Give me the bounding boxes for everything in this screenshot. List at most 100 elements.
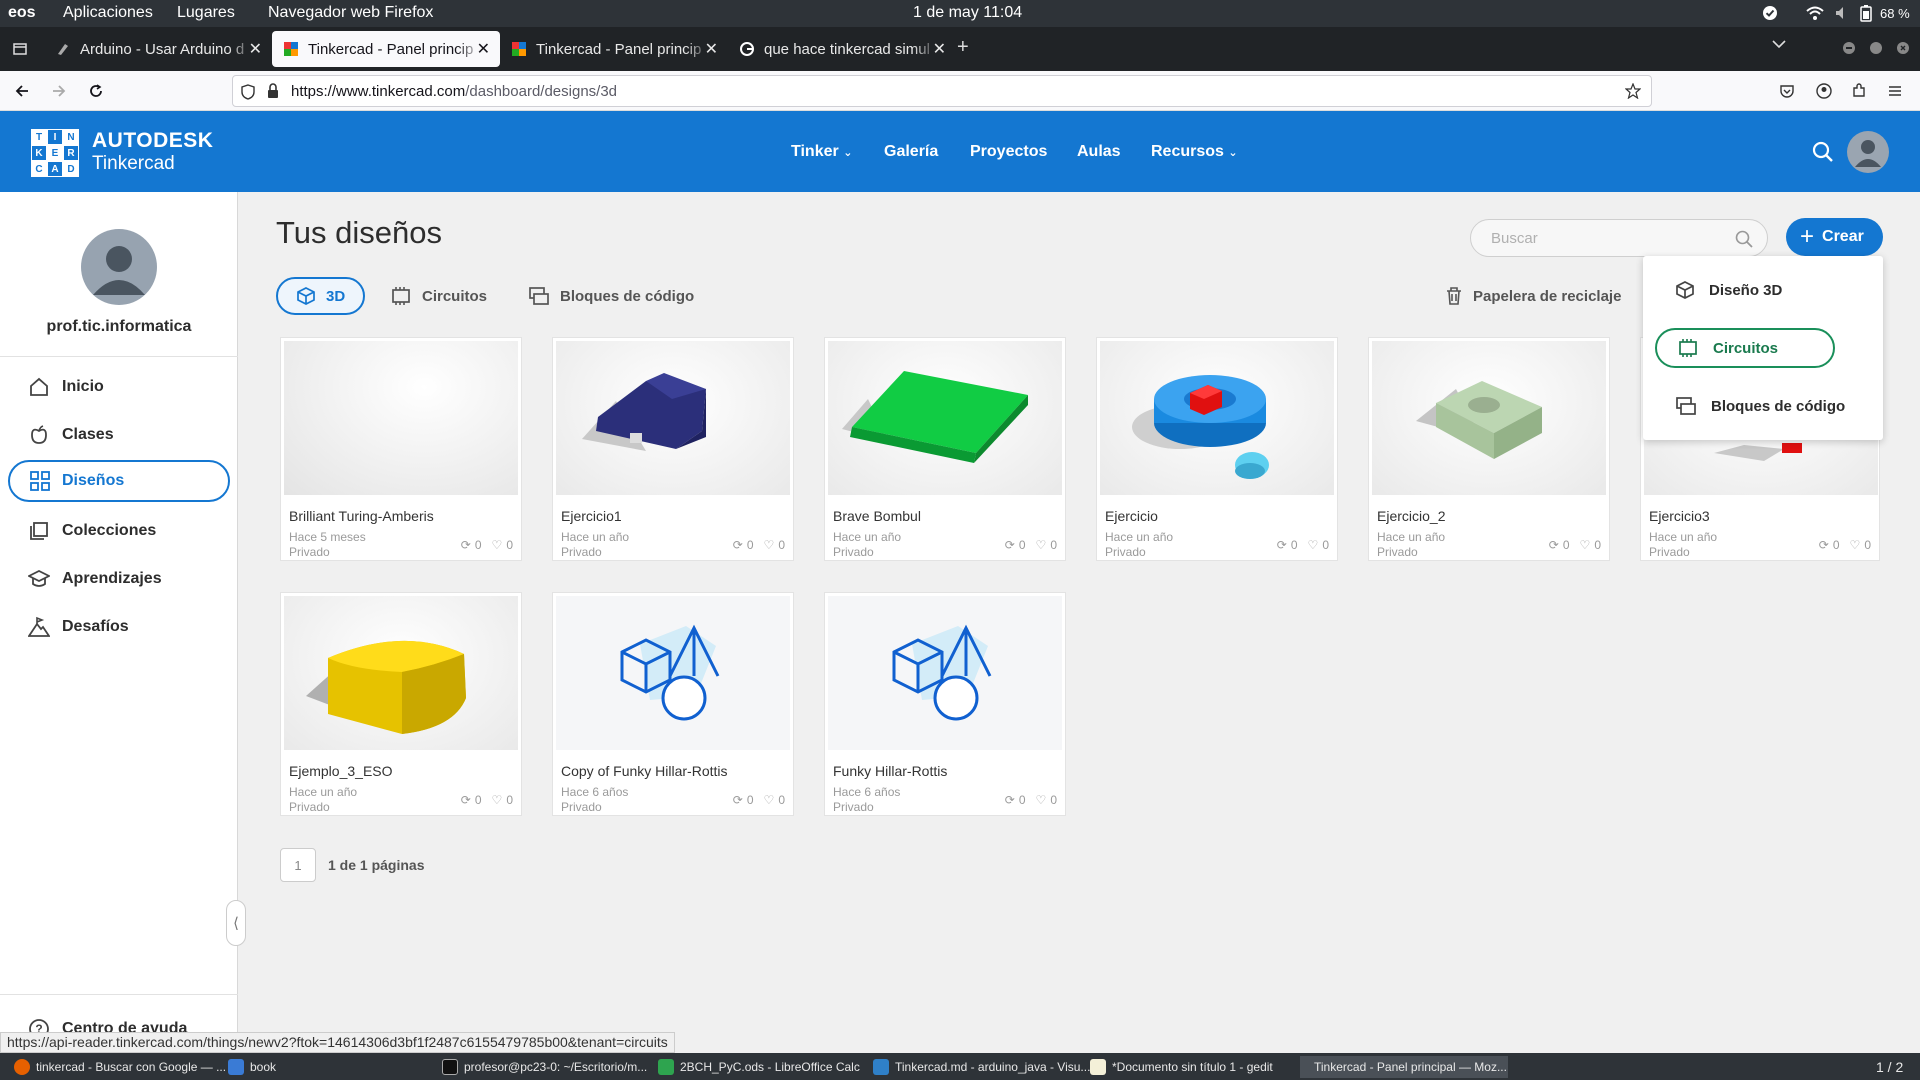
design-name[interactable]: Ejercicio [1105, 508, 1158, 524]
design-placeholder-thumbnail[interactable] [828, 596, 1062, 750]
taskbar-item-terminal[interactable]: profesor@pc23-0: ~/Escritorio/m... [442, 1056, 647, 1078]
check-icon[interactable] [1762, 5, 1778, 21]
design-thumbnail[interactable] [1372, 341, 1606, 495]
user-avatar[interactable] [1847, 131, 1889, 173]
recycle-bin-button[interactable]: Papelera de reciclaje [1445, 277, 1621, 315]
nav-recursos[interactable]: Recursos ⌄ [1151, 143, 1238, 161]
taskbar-item-vscode[interactable]: Tinkercad.md - arduino_java - Visu... [873, 1056, 1090, 1078]
taskbar-item-gedit[interactable]: *Documento sin título 1 - gedit [1090, 1056, 1273, 1078]
sidebar-item-inicio[interactable]: Inicio [8, 366, 230, 408]
close-tab-icon[interactable]: ✕ [249, 39, 262, 59]
design-thumbnail[interactable] [284, 596, 518, 750]
close-window-icon[interactable] [1897, 42, 1909, 54]
list-tabs-icon[interactable] [1772, 39, 1786, 49]
create-button[interactable]: + Crear [1786, 218, 1883, 256]
search-input[interactable]: Buscar [1470, 219, 1768, 257]
taskbar-item-firefox-active[interactable]: Tinkercad - Panel principal — Moz... [1300, 1056, 1508, 1078]
design-card[interactable]: Ejercicio1 Hace un año Privado ⟳ 0 ♡ 0 [552, 337, 794, 561]
nav-aulas[interactable]: Aulas [1077, 143, 1121, 161]
url-bar[interactable]: https://www.tinkercad.com/dashboard/desi… [232, 75, 1652, 107]
menu-item-bloques[interactable]: Bloques de código [1655, 386, 1875, 426]
design-name[interactable]: Funky Hillar-Rottis [833, 763, 947, 779]
design-name[interactable]: Ejercicio3 [1649, 508, 1710, 524]
taskbar-item-book[interactable]: book [228, 1056, 276, 1078]
os-logo[interactable]: eos [8, 4, 36, 22]
sidebar-item-clases[interactable]: Clases [8, 414, 230, 456]
tinkercad-logo[interactable]: TIN KER CAD [31, 129, 79, 177]
browser-tab-arduino[interactable]: Arduino - Usar Arduino d ✕ [44, 31, 272, 67]
design-card[interactable]: Brave Bombul Hace un año Privado ⟳ 0 ♡ 0 [824, 337, 1066, 561]
trash-icon [1445, 286, 1463, 306]
design-card[interactable]: Funky Hillar-Rottis Hace 6 años Privado ⟳… [824, 592, 1066, 816]
wifi-icon[interactable] [1806, 5, 1824, 21]
sidebar-item-desafios[interactable]: Desafíos [8, 606, 230, 648]
design-name[interactable]: Brilliant Turing-Amberis [289, 508, 434, 524]
close-tab-icon[interactable]: ✕ [477, 39, 490, 59]
profile-avatar[interactable] [81, 229, 157, 305]
design-name[interactable]: Ejercicio1 [561, 508, 622, 524]
sidebar-item-colecciones[interactable]: Colecciones [8, 510, 230, 552]
pagination-page-button[interactable]: 1 [280, 848, 316, 882]
menu-item-circuitos[interactable]: Circuitos [1655, 328, 1835, 368]
minimize-window-icon[interactable] [1843, 42, 1855, 54]
design-name[interactable]: Brave Bombul [833, 508, 921, 524]
close-tab-icon[interactable]: ✕ [705, 39, 718, 59]
brand-tinkercad: Tinkercad [92, 153, 175, 174]
collapse-sidebar-button[interactable]: ⟨ [226, 900, 246, 946]
design-name[interactable]: Copy of Funky Hillar-Rottis [561, 763, 728, 779]
nav-tinker[interactable]: Tinker ⌄ [791, 143, 852, 161]
new-tab-icon[interactable]: + [957, 36, 969, 59]
tab-3d[interactable]: 3D [276, 277, 366, 315]
nav-galeria[interactable]: Galería [884, 143, 938, 161]
close-tab-icon[interactable]: ✕ [933, 39, 946, 59]
shield-icon[interactable] [241, 84, 255, 100]
volume-icon[interactable] [1835, 6, 1849, 20]
design-thumbnail[interactable] [556, 341, 790, 495]
design-thumbnail[interactable] [284, 341, 518, 495]
design-card[interactable]: Copy of Funky Hillar-Rottis Hace 6 años P… [552, 592, 794, 816]
design-name[interactable]: Ejemplo_3_ESO [289, 763, 393, 779]
profile-username[interactable]: prof.tic.informatica [0, 318, 238, 336]
sidebar-item-aprendizajes[interactable]: Aprendizajes [8, 558, 230, 600]
tab-circuitos[interactable]: Circuitos [390, 277, 487, 315]
pocket-icon[interactable] [1779, 83, 1795, 99]
browser-tab-google[interactable]: que hace tinkercad simul ✕ [728, 31, 956, 67]
design-visibility: Privado [833, 800, 874, 814]
design-thumbnail[interactable] [1100, 341, 1334, 495]
tab-3d-label: 3D [326, 287, 346, 305]
bookmark-star-icon[interactable] [1625, 83, 1641, 99]
menu-icon[interactable] [1887, 83, 1903, 99]
workspace-indicator[interactable]: 1 / 2 [1876, 1056, 1903, 1078]
tab-overview-icon[interactable] [12, 40, 28, 56]
battery-icon[interactable] [1860, 5, 1872, 22]
back-icon[interactable] [14, 83, 30, 99]
menu-item-diseno-3d[interactable]: Diseño 3D [1655, 270, 1835, 310]
design-name[interactable]: Ejercicio_2 [1377, 508, 1445, 524]
design-placeholder-thumbnail[interactable] [556, 596, 790, 750]
design-card[interactable]: Brilliant Turing-Amberis Hace 5 meses Pri… [280, 337, 522, 561]
design-meta: Hace 5 meses Privado [289, 530, 366, 560]
browser-tab-tinkercad[interactable]: Tinkercad - Panel princip ✕ [500, 31, 728, 67]
taskbar-item-calc[interactable]: 2BCH_PyC.ods - LibreOffice Calc [658, 1056, 860, 1078]
os-clock[interactable]: 1 de may 11:04 [913, 4, 1022, 22]
search-icon[interactable] [1812, 141, 1834, 163]
design-card[interactable]: Ejemplo_3_ESO Hace un año Privado ⟳ 0 ♡ 0 [280, 592, 522, 816]
lock-icon[interactable] [267, 83, 279, 99]
account-icon[interactable] [1816, 83, 1832, 99]
forward-icon[interactable] [51, 83, 67, 99]
tab-bloques[interactable]: Bloques de código [528, 277, 694, 315]
os-menu-places[interactable]: Lugares [177, 4, 235, 22]
taskbar-item-firefox[interactable]: tinkercad - Buscar con Google — ... [14, 1056, 226, 1078]
grid-icon [30, 471, 50, 491]
design-card[interactable]: Ejercicio Hace un año Privado ⟳ 0 ♡ 0 [1096, 337, 1338, 561]
os-menu-applications[interactable]: Aplicaciones [63, 4, 153, 22]
design-thumbnail[interactable] [828, 341, 1062, 495]
nav-proyectos[interactable]: Proyectos [970, 143, 1047, 161]
sidebar-item-disenos[interactable]: Diseños [8, 460, 230, 502]
maximize-window-icon[interactable] [1870, 42, 1882, 54]
reload-icon[interactable] [88, 83, 104, 99]
os-active-app[interactable]: Navegador web Firefox [268, 4, 433, 22]
browser-tab-tinkercad-active[interactable]: Tinkercad - Panel princip ✕ [272, 31, 500, 67]
design-card[interactable]: Ejercicio_2 Hace un año Privado ⟳ 0 ♡ 0 [1368, 337, 1610, 561]
extensions-icon[interactable] [1851, 83, 1867, 99]
